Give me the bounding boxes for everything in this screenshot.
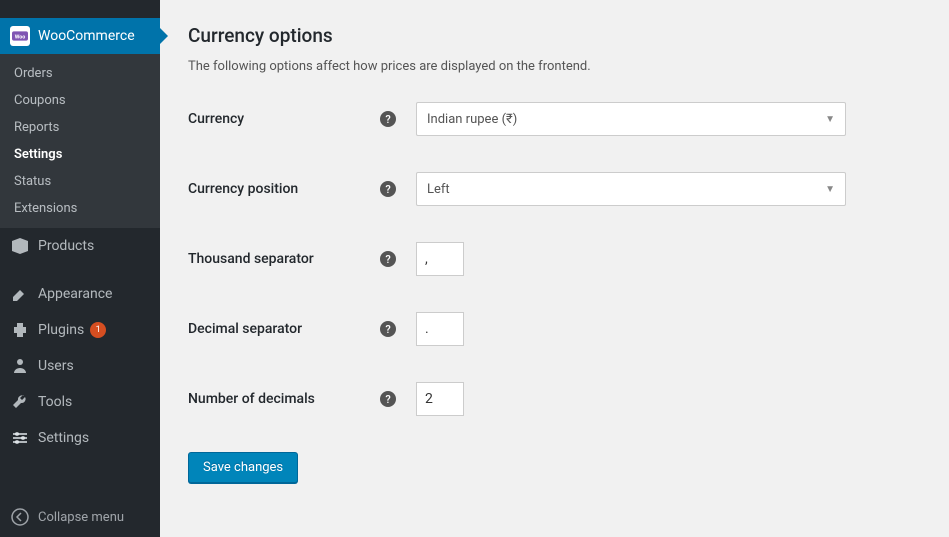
position-select[interactable]: Left ▼ bbox=[416, 172, 846, 206]
collapse-label: Collapse menu bbox=[38, 510, 124, 525]
decimal-label: Decimal separator bbox=[188, 321, 302, 337]
plugins-icon bbox=[10, 320, 30, 340]
help-icon[interactable]: ? bbox=[380, 181, 396, 197]
sidebar-item-label: Plugins bbox=[38, 322, 84, 338]
sidebar-item-appearance[interactable]: Appearance bbox=[0, 276, 160, 312]
help-icon[interactable]: ? bbox=[380, 321, 396, 337]
subnav-coupons[interactable]: Coupons bbox=[0, 87, 160, 114]
thousand-label: Thousand separator bbox=[188, 251, 314, 267]
decimals-input[interactable] bbox=[416, 382, 464, 416]
sidebar-item-label: Tools bbox=[38, 394, 72, 410]
products-icon bbox=[10, 236, 30, 256]
settings-icon bbox=[10, 428, 30, 448]
sidebar-item-products[interactable]: Products bbox=[0, 228, 160, 264]
field-currency: Currency ? Indian rupee (₹) ▼ bbox=[188, 102, 921, 136]
sidebar-item-users[interactable]: Users bbox=[0, 348, 160, 384]
page-title: Currency options bbox=[188, 24, 921, 47]
admin-sidebar: Woo WooCommerce Orders Coupons Reports S… bbox=[0, 0, 160, 537]
position-label: Currency position bbox=[188, 181, 298, 197]
chevron-down-icon: ▼ bbox=[825, 114, 835, 125]
sidebar-item-woocommerce[interactable]: Woo WooCommerce bbox=[0, 18, 160, 54]
thousand-input[interactable] bbox=[416, 242, 464, 276]
sidebar-item-label: Users bbox=[38, 358, 74, 374]
field-thousand-separator: Thousand separator ? bbox=[188, 242, 921, 276]
sidebar-item-label: WooCommerce bbox=[38, 28, 135, 44]
position-value: Left bbox=[427, 182, 450, 197]
chevron-down-icon: ▼ bbox=[825, 184, 835, 195]
svg-text:Woo: Woo bbox=[15, 34, 26, 40]
sidebar-item-label: Settings bbox=[38, 430, 89, 446]
field-currency-position: Currency position ? Left ▼ bbox=[188, 172, 921, 206]
decimal-input[interactable] bbox=[416, 312, 464, 346]
help-icon[interactable]: ? bbox=[380, 391, 396, 407]
currency-label: Currency bbox=[188, 111, 244, 127]
users-icon bbox=[10, 356, 30, 376]
plugins-badge: 1 bbox=[90, 322, 106, 338]
help-icon[interactable]: ? bbox=[380, 251, 396, 267]
subnav-status[interactable]: Status bbox=[0, 168, 160, 195]
subnav-reports[interactable]: Reports bbox=[0, 114, 160, 141]
collapse-menu[interactable]: Collapse menu bbox=[0, 497, 160, 537]
sidebar-item-tools[interactable]: Tools bbox=[0, 384, 160, 420]
sidebar-item-label: Appearance bbox=[38, 286, 112, 302]
subnav-settings[interactable]: Settings bbox=[0, 141, 160, 168]
field-number-of-decimals: Number of decimals ? bbox=[188, 382, 921, 416]
sidebar-item-plugins[interactable]: Plugins 1 bbox=[0, 312, 160, 348]
tools-icon bbox=[10, 392, 30, 412]
help-icon[interactable]: ? bbox=[380, 111, 396, 127]
sidebar-item-label: Products bbox=[38, 238, 94, 254]
subnav-orders[interactable]: Orders bbox=[0, 60, 160, 87]
subnav-extensions[interactable]: Extensions bbox=[0, 195, 160, 222]
woocommerce-subnav: Orders Coupons Reports Settings Status E… bbox=[0, 54, 160, 228]
field-decimal-separator: Decimal separator ? bbox=[188, 312, 921, 346]
save-button[interactable]: Save changes bbox=[188, 452, 298, 483]
woocommerce-icon: Woo bbox=[10, 26, 30, 46]
currency-select[interactable]: Indian rupee (₹) ▼ bbox=[416, 102, 846, 136]
main-content: Currency options The following options a… bbox=[160, 0, 949, 537]
decimals-label: Number of decimals bbox=[188, 391, 315, 407]
appearance-icon bbox=[10, 284, 30, 304]
page-description: The following options affect how prices … bbox=[188, 59, 921, 74]
sidebar-item-settings[interactable]: Settings bbox=[0, 420, 160, 456]
currency-value: Indian rupee (₹) bbox=[427, 112, 517, 127]
collapse-icon bbox=[10, 507, 30, 527]
